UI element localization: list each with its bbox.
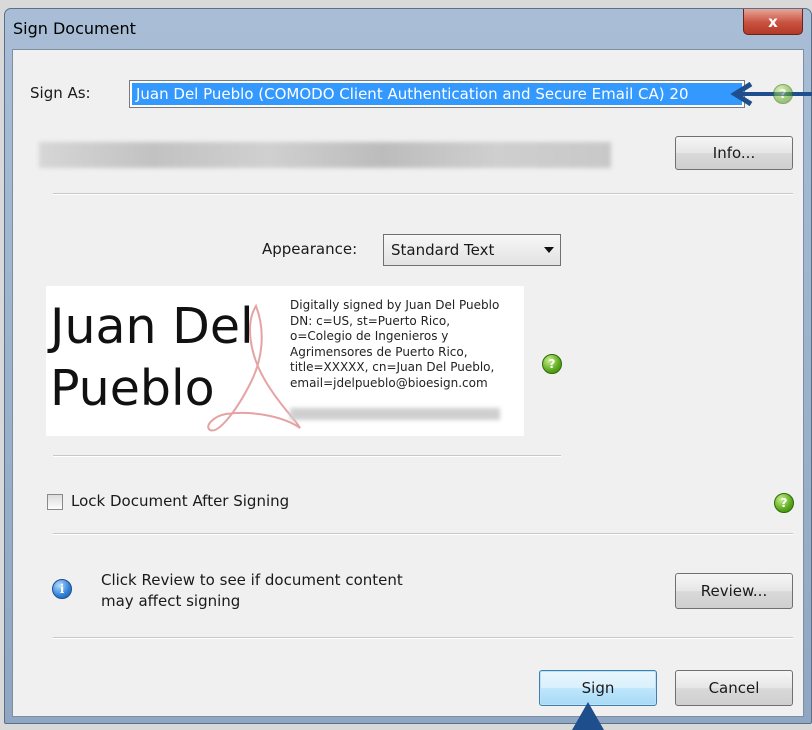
review-message: Click Review to see if document content …	[101, 570, 403, 612]
info-icon: i	[52, 579, 72, 599]
signature-name-line1: Juan Del	[50, 298, 254, 355]
signature-details: Digitally signed by Juan Del Pueblo DN: …	[290, 298, 522, 391]
signature-date-redacted	[290, 408, 500, 420]
dialog-title: Sign Document	[13, 19, 136, 38]
annotation-arrow-left-icon	[730, 82, 812, 106]
sign-as-value: Juan Del Pueblo (COMODO Client Authentic…	[132, 83, 742, 105]
appearance-label: Appearance:	[262, 240, 358, 258]
separator	[53, 533, 793, 535]
sign-document-dialog: Sign Document x Sign As: Juan Del Pueblo…	[4, 8, 812, 724]
sign-as-select[interactable]: Juan Del Pueblo (COMODO Client Authentic…	[129, 80, 745, 108]
close-icon: x	[768, 12, 778, 31]
lock-document-label[interactable]: Lock Document After Signing	[71, 492, 289, 510]
certificate-info-redacted	[39, 142, 611, 168]
lock-help-icon[interactable]: ?	[774, 493, 794, 513]
appearance-dropdown[interactable]: Standard Text	[383, 234, 561, 266]
annotation-arrow-up-icon	[572, 702, 604, 730]
signature-name-line2: Pueblo	[50, 360, 215, 417]
separator	[53, 455, 561, 457]
cancel-button[interactable]: Cancel	[675, 670, 793, 706]
sign-as-label: Sign As:	[30, 84, 91, 102]
sign-as-help-icon[interactable]: ?	[773, 84, 793, 104]
dialog-body: Sign As: Juan Del Pueblo (COMODO Client …	[12, 49, 812, 717]
signature-detail-line: email=jdelpueblo@bioesign.com	[290, 375, 488, 390]
appearance-selected: Standard Text	[391, 241, 495, 259]
signature-detail-line: title=XXXXX, cn=Juan Del Pueblo,	[290, 360, 495, 374]
separator	[53, 193, 793, 195]
review-button[interactable]: Review...	[675, 573, 793, 609]
signature-detail-line: DN: c=US, st=Puerto Rico,	[290, 313, 451, 328]
separator	[53, 637, 793, 639]
chevron-down-icon	[544, 247, 554, 253]
lock-document-checkbox[interactable]	[47, 494, 63, 510]
signature-detail-line: Agrimensores de Puerto Rico,	[290, 344, 468, 359]
title-bar[interactable]: Sign Document x	[5, 9, 811, 49]
signature-name: Juan Del Pueblo	[50, 296, 290, 420]
review-message-line2: may affect signing	[101, 592, 241, 610]
signature-preview: Juan Del Pueblo Digitally signed by Juan…	[46, 286, 524, 436]
appearance-help-icon[interactable]: ?	[542, 354, 562, 374]
info-button[interactable]: Info...	[675, 136, 793, 170]
close-button[interactable]: x	[743, 9, 803, 35]
signature-detail-line: Digitally signed by Juan Del Pueblo	[290, 298, 500, 312]
signature-detail-line: o=Colegio de Ingenieros y	[290, 329, 449, 343]
review-message-line1: Click Review to see if document content	[101, 571, 403, 589]
